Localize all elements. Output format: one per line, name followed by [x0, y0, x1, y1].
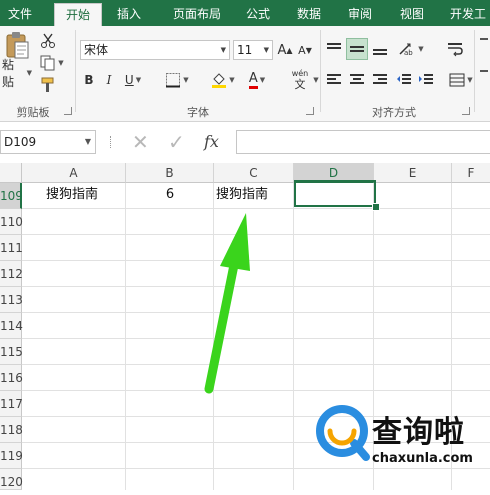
border-icon: [166, 73, 181, 88]
chevron-down-icon: ▼: [135, 76, 142, 84]
tab-formulas[interactable]: 公式: [238, 3, 278, 26]
name-box[interactable]: D109 ▼: [0, 130, 96, 154]
font-size-select[interactable]: 11 ▼: [233, 40, 273, 60]
format-painter-button[interactable]: [38, 76, 58, 94]
group-divider: [320, 30, 321, 112]
formula-bar-grip[interactable]: [110, 136, 113, 148]
chevron-down-icon: ▼: [263, 46, 269, 54]
align-left-icon: [327, 74, 341, 84]
decrease-indent-button[interactable]: [394, 70, 414, 90]
font-launcher-icon[interactable]: [306, 107, 314, 115]
cancel-icon[interactable]: ✕: [132, 130, 149, 154]
ribbon-home: 粘贴 ▼ ▼ 剪贴板 宋体 ▼ 11 ▼ A ▲ A ▼ B I U ▼ ▼ ▼…: [0, 26, 490, 122]
grow-font-button[interactable]: A ▲: [276, 40, 294, 60]
font-name-select[interactable]: 宋体 ▼: [80, 40, 230, 60]
chevron-down-icon: ▼: [220, 46, 226, 54]
bold-button[interactable]: B: [80, 70, 98, 90]
underline-button[interactable]: U ▼: [120, 70, 146, 90]
group-divider: [75, 30, 76, 112]
merge-cells-icon: [449, 73, 465, 87]
wrap-text-icon: [448, 43, 463, 57]
insert-function-button[interactable]: fx: [204, 130, 219, 154]
alignment-group-label: 对齐方式: [372, 106, 416, 119]
merge-center-button[interactable]: ▼: [444, 70, 478, 90]
borders-button[interactable]: ▼: [160, 70, 194, 90]
alignment-launcher-icon[interactable]: [462, 107, 470, 115]
chevron-down-icon: ▼: [229, 76, 235, 84]
paint-bucket-icon: [212, 73, 227, 88]
ribbon-tab-bar: 文件 开始 插入 页面布局 公式 数据 审阅 视图 开发工: [0, 0, 490, 27]
tab-developer[interactable]: 开发工: [446, 3, 490, 26]
clipboard-group-label: 剪贴板: [16, 106, 50, 119]
align-right-button[interactable]: [370, 70, 390, 90]
chevron-down-icon: ▼: [259, 76, 266, 84]
scissors-icon: [41, 33, 55, 48]
align-top-icon: [327, 43, 341, 49]
copy-button[interactable]: ▼: [38, 54, 66, 72]
tab-page-layout[interactable]: 页面布局: [162, 3, 232, 26]
copy-icon: [40, 55, 55, 71]
chevron-down-icon: ▼: [26, 69, 32, 77]
chaxunla-logo-icon: [316, 405, 370, 461]
indent-icon: [419, 74, 433, 84]
paintbrush-icon: [41, 77, 54, 92]
tab-file[interactable]: 文件: [0, 3, 40, 26]
align-middle-icon: [350, 46, 364, 52]
clipboard-launcher-icon[interactable]: [64, 107, 72, 115]
align-bottom-icon: [373, 49, 387, 55]
shrink-font-button[interactable]: A ▼: [296, 40, 314, 60]
font-color-button[interactable]: A ▼: [242, 70, 272, 90]
tab-data[interactable]: 数据: [289, 3, 329, 26]
number-format-partial[interactable]: [478, 30, 490, 80]
align-center-icon: [350, 74, 364, 84]
chevron-down-icon: ▼: [84, 137, 91, 146]
paste-label[interactable]: 粘贴 ▼: [2, 58, 32, 89]
align-left-button[interactable]: [324, 70, 344, 90]
align-bottom-button[interactable]: [370, 38, 390, 60]
outdent-icon: [397, 74, 411, 84]
checkmark-icon[interactable]: ✓: [168, 130, 185, 154]
increase-indent-button[interactable]: [416, 70, 436, 90]
number-format-icon: [480, 38, 488, 72]
watermark-title: 查询啦: [372, 415, 465, 450]
chevron-down-icon: ▼: [418, 45, 424, 53]
align-center-button[interactable]: [347, 70, 367, 90]
align-right-icon: [373, 74, 387, 84]
formula-bar: D109 ▼ ✕ ✓ fx: [0, 129, 490, 156]
cut-button[interactable]: [38, 32, 58, 50]
tab-home[interactable]: 开始: [54, 3, 102, 27]
caret-up-icon: ▲: [286, 45, 293, 55]
chevron-down-icon[interactable]: ▼: [310, 74, 320, 86]
svg-text:ab: ab: [404, 49, 413, 57]
align-top-button[interactable]: [324, 38, 344, 60]
fill-color-button[interactable]: ▼: [206, 70, 240, 90]
formula-input[interactable]: [236, 130, 490, 154]
wrap-text-button[interactable]: [444, 38, 466, 60]
chevron-down-icon: ▼: [467, 76, 473, 84]
align-middle-button[interactable]: [346, 38, 368, 60]
tab-review[interactable]: 审阅: [340, 3, 380, 26]
tab-view[interactable]: 视图: [392, 3, 432, 26]
orientation-button[interactable]: ab ▼: [394, 38, 428, 60]
chevron-down-icon: ▼: [183, 76, 189, 84]
caret-down-icon: ▼: [305, 45, 312, 55]
font-group-label: 字体: [187, 106, 209, 119]
italic-button[interactable]: I: [100, 70, 118, 90]
watermark-url: chaxunla.com: [372, 451, 473, 466]
chevron-down-icon: ▼: [58, 59, 64, 67]
text-orientation-icon: ab: [399, 43, 414, 57]
tab-insert[interactable]: 插入: [108, 3, 150, 26]
